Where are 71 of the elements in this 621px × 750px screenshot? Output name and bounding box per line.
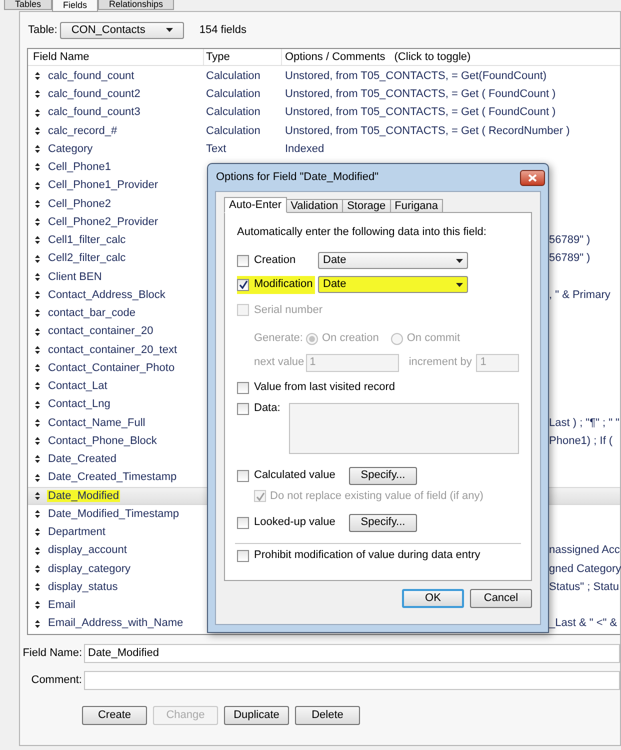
checkbox-label: Do not replace existing value of field (if any) [270,488,484,504]
field-type: Calculation [206,124,262,139]
field-name: contact_container_20_text [48,344,178,356]
field-name: calc_record_# [48,124,118,137]
field-name: Date_Modified [47,490,120,502]
field-type: Calculation [206,68,262,84]
field-options: 56789" ) [549,250,590,267]
field-options: Unstored, from T05_CONTACTS, = Get(FoundCount) [285,68,547,84]
field-options: Unstored, from T05_CONTACTS, = Get ( RecordNumber ) [285,122,570,140]
instruction-text: Automatically enter the following data into this field: [237,225,488,240]
field-name: Date_Modified_Timestamp [48,508,180,520]
field-name: calc_found_count [48,70,134,82]
field-name: calc_found_count3 [48,106,140,118]
checkbox-label: Looked-up value [254,515,336,530]
field-options: Phone1) ; If ( [549,432,613,450]
field-name: Contact_Phone_Block [48,434,157,447]
field-name: Department [48,526,106,538]
comment-label: Comment: [30,672,82,688]
field-options: Unstored, from T05_CONTACTS, = Get ( FoundCount ) [285,86,556,103]
field-name: Email_Address_with_Name [48,617,184,630]
field-options: , " & Primary [549,286,610,304]
field-name: Date_Created_Timestamp [48,471,177,484]
field-name: display_category [48,562,131,575]
field-options: gned Category [549,560,621,578]
checkbox-label: Modification [254,277,313,292]
field-options: nassigned Acc [549,542,620,559]
field-type: Calculation [206,87,262,102]
checkbox-label: Calculated value [254,468,336,484]
field-name: Cell2_filter_calc [48,252,126,264]
field-name: Contact_Lng [48,398,110,410]
radio-label: On creation [322,331,379,346]
radio-label: On commit [406,331,460,346]
field-name: display_account [48,544,127,556]
field-type: Text [206,142,228,157]
header-hint: (Click to toggle) [394,50,471,65]
field-options: Indexed [285,140,324,158]
field-options: _Last & " <" & [549,615,618,632]
field-name: Client BEN [48,270,102,283]
field-count: 154 fields [199,22,246,38]
field-name: Contact_Container_Photo [48,362,175,374]
field-name: Contact_Lat [48,380,108,392]
field-name: contact_bar_code [48,307,136,320]
field-type: Calculation [206,105,262,120]
next-value-label: next value [254,355,306,370]
field-name: Contact_Address_Block [48,288,166,301]
table-label: Table: [28,22,58,38]
increment-label: increment by [408,355,473,370]
field-name: Cell_Phone2 [48,198,111,210]
field-options: Status" ; Statu [549,578,619,596]
field-options: Last ) ; "¶" ; " " [549,414,620,432]
checkbox-label: Prohibit modification of value during data entry [254,548,480,564]
field-name: Cell_Phone1 [48,161,111,174]
checkbox-label: Creation [254,253,296,268]
generate-label: Generate: [254,331,304,346]
field-options: Unstored, from T05_CONTACTS, = Get ( FoundCount ) [285,104,556,121]
checkbox-label: Serial number [254,302,322,318]
field-name: Category [48,142,93,155]
window-title: Options for Field "Date_Modified" [215,170,378,186]
checkbox-label: Value from last visited record [254,380,396,396]
field-name: Cell_Phone1_Provider [48,179,158,192]
field-options: 56789" ) [549,232,590,249]
field-name: Cell_Phone2_Provider [48,216,158,228]
field-name: display_status [48,580,118,593]
field-name: Date_Created [48,453,116,466]
field-name: calc_found_count2 [48,88,140,100]
field-name-label: Field Name: [22,646,82,661]
field-name: Email [48,599,76,612]
field-name: contact_container_20 [48,325,154,338]
field-name: Contact_Name_Full [48,416,146,429]
checkbox-label: Data: [254,402,282,414]
field-name: Cell1_filter_calc [48,234,126,246]
